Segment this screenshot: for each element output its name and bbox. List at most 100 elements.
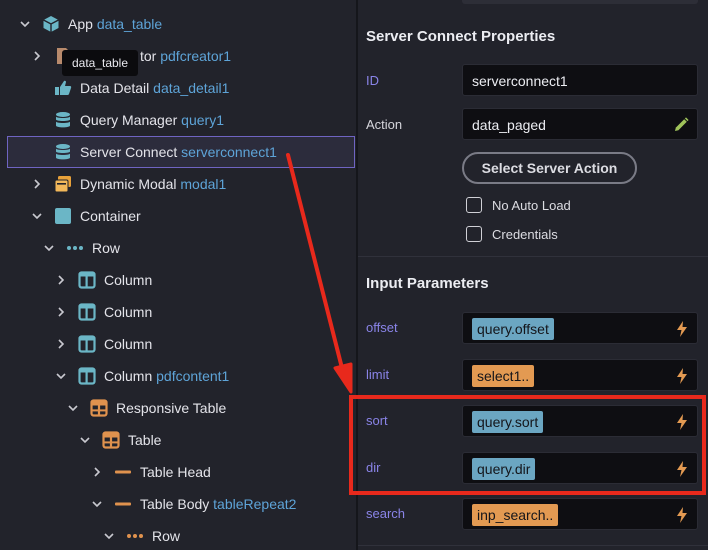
tree-item-name-partial: tor [140, 48, 157, 64]
tree-item-name: Table [128, 432, 162, 448]
properties-title: Server Connect Properties [366, 28, 556, 45]
tree-item-name: Table Head [140, 464, 211, 480]
tree-item-app[interactable]: App data_table [0, 8, 356, 40]
tree-item-name: App [68, 16, 93, 32]
cube-icon [42, 15, 60, 33]
tree-item-name: Responsive Table [116, 400, 227, 416]
chevron-down-icon[interactable] [79, 434, 91, 446]
chevron-right-icon[interactable] [55, 274, 67, 286]
tree-item-name: Server Connect [80, 144, 178, 160]
tree-item-name: Column [104, 336, 153, 352]
tree-item-id: tableRepeat2 [213, 496, 297, 512]
square-icon [54, 207, 72, 225]
tree-item-column[interactable]: Column [0, 264, 356, 296]
tree-item-row[interactable]: Row [0, 232, 356, 264]
tree-item-name: Container [80, 208, 141, 224]
param-label-dir: dir [366, 460, 381, 475]
tree-item-responsive-table[interactable]: Responsive Table [0, 392, 356, 424]
tree-item-name: Table Body [140, 496, 210, 512]
lightning-icon[interactable] [676, 321, 688, 337]
chevron-down-icon[interactable] [67, 402, 79, 414]
chevron-down-icon[interactable] [55, 370, 67, 382]
param-label-search: search [366, 506, 406, 521]
tree-item-server-connect[interactable]: Server Connect serverconnect1 [0, 136, 356, 168]
tree-item-column-pdfcontent[interactable]: Column pdfcontent1 [0, 360, 356, 392]
tree-item-name: Data Detail [80, 80, 150, 96]
select-server-action-button[interactable]: Select Server Action [462, 152, 637, 184]
hand-pointer-icon [54, 79, 72, 97]
chevron-down-icon[interactable] [31, 210, 43, 222]
id-value: serverconnect1 [472, 73, 568, 89]
tree-item-id: data_table [96, 16, 163, 32]
properties-panel: Server Connect Properties ID serverconne… [358, 0, 708, 550]
tree-item-query-manager[interactable]: Query Manager query1 [0, 104, 356, 136]
chevron-down-icon[interactable] [103, 530, 115, 542]
param-field-dir[interactable]: query.dir [462, 452, 698, 484]
input-parameters-title: Input Parameters [366, 275, 489, 292]
no-auto-load-checkbox[interactable] [466, 197, 482, 213]
no-auto-load-label: No Auto Load [492, 198, 571, 213]
param-field-sort[interactable]: query.sort [462, 405, 698, 437]
tree-item-name: Row [152, 528, 181, 544]
section-separator [358, 545, 708, 546]
chevron-down-icon[interactable] [43, 242, 55, 254]
id-field[interactable]: serverconnect1 [462, 64, 698, 96]
tree-item-name: Column [104, 304, 153, 320]
tree-item-id: pdfcontent1 [156, 368, 230, 384]
tree-item-name: Query Manager [80, 112, 178, 128]
chevron-right-icon[interactable] [55, 306, 67, 318]
action-value: data_paged [472, 117, 546, 133]
param-chip: select1.. [472, 365, 535, 387]
id-label: ID [366, 73, 379, 88]
chevron-right-icon[interactable] [91, 466, 103, 478]
param-label-limit: limit [366, 367, 390, 382]
tree-item-column[interactable]: Column [0, 296, 356, 328]
tree-item-data-detail[interactable]: Data Detail data_detail1 [0, 72, 356, 104]
param-label-sort: sort [366, 413, 388, 428]
pencil-icon[interactable] [672, 116, 690, 134]
tree-item-table-body[interactable]: Table Body tableRepeat2 [0, 488, 356, 520]
table-icon [90, 399, 108, 417]
tree-item-table-head[interactable]: Table Head [0, 456, 356, 488]
tree-item-table[interactable]: Table [0, 424, 356, 456]
column-icon [78, 303, 96, 321]
param-chip: query.sort [472, 411, 544, 433]
tree-item-name: Column [104, 272, 153, 288]
dash-icon [114, 495, 132, 513]
param-chip: query.dir [472, 458, 536, 480]
tree-item-id: query1 [181, 112, 224, 128]
param-field-search[interactable]: inp_search.. [462, 498, 698, 530]
param-field-limit[interactable]: select1.. [462, 359, 698, 391]
param-label-offset: offset [366, 320, 398, 335]
column-icon [78, 271, 96, 289]
tree-item-name: Row [92, 240, 121, 256]
credentials-checkbox[interactable] [466, 226, 482, 242]
chevron-down-icon[interactable] [91, 498, 103, 510]
param-field-offset[interactable]: query.offset [462, 312, 698, 344]
tooltip: data_table [62, 50, 138, 76]
lightning-icon[interactable] [676, 414, 688, 430]
tree-item-container[interactable]: Container [0, 200, 356, 232]
tree-item-column[interactable]: Column [0, 328, 356, 360]
tree-item-dynamic-modal[interactable]: Dynamic Modal modal1 [0, 168, 356, 200]
dash-icon [114, 463, 132, 481]
action-field[interactable]: data_paged [462, 108, 698, 140]
chevron-right-icon[interactable] [55, 338, 67, 350]
dots-icon [66, 239, 84, 257]
lightning-icon[interactable] [676, 461, 688, 477]
modal-icon [54, 175, 72, 193]
chevron-down-icon[interactable] [19, 18, 31, 30]
tree-item-id: pdfcreator1 [160, 48, 232, 64]
chevron-right-icon[interactable] [31, 50, 43, 62]
tree-item-id: modal1 [180, 176, 227, 192]
tree-item-pdf-creator[interactable]: tor pdfcreator1 [0, 40, 356, 72]
tree-item-row[interactable]: Row [0, 520, 356, 550]
chevron-right-icon[interactable] [31, 178, 43, 190]
table-icon [102, 431, 120, 449]
dots-icon [126, 527, 144, 545]
tree-item-name: Column [104, 368, 153, 384]
lightning-icon[interactable] [676, 368, 688, 384]
database-icon [54, 143, 72, 161]
lightning-icon[interactable] [676, 507, 688, 523]
column-icon [78, 335, 96, 353]
